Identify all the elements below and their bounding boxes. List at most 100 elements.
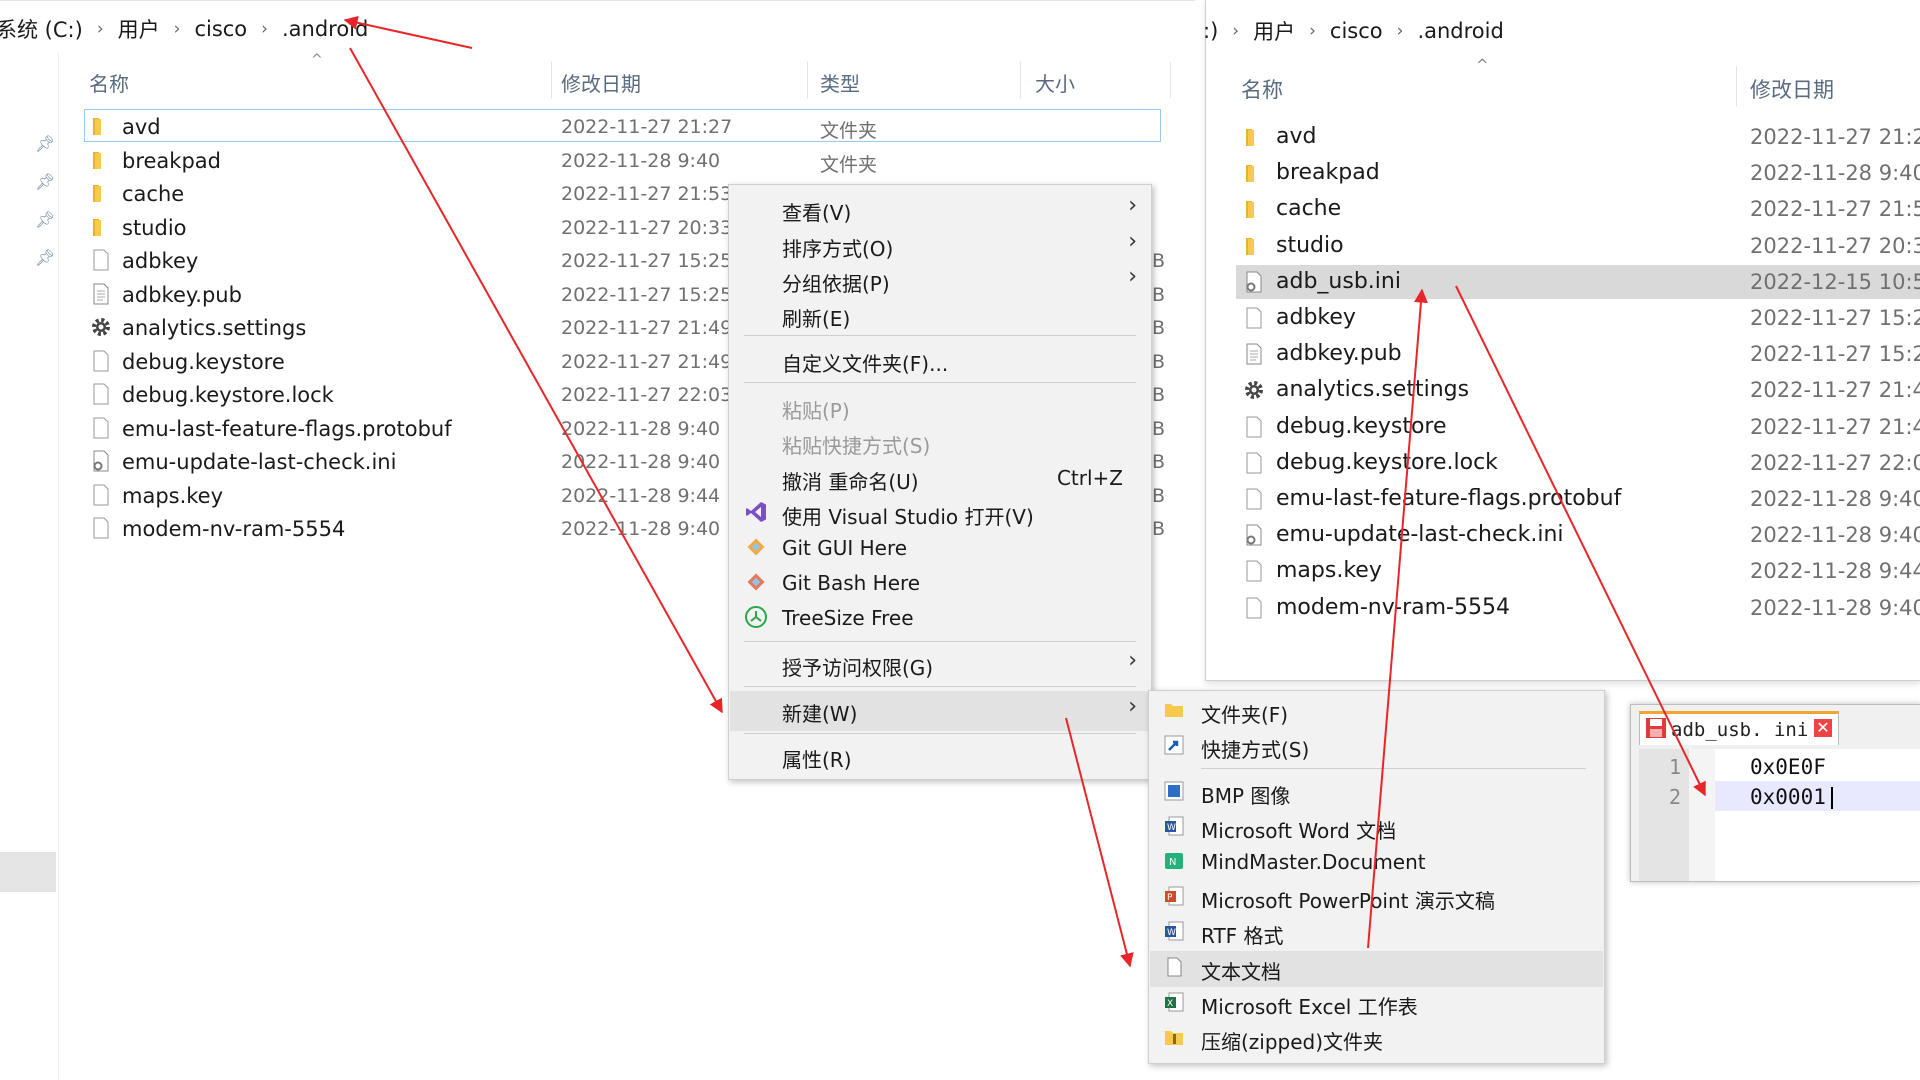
breadcrumb: 系统 (C:) › 用户 › cisco › .android [0,14,368,44]
breadcrumb-cisco[interactable]: cisco [194,17,247,41]
file-modified-date: 2022-11-28 9:40 [561,451,721,473]
menu-item-sort[interactable]: 排序方式(O) [782,233,893,262]
menu-item-paste[interactable]: 粘贴(P) [782,395,850,424]
column-divider[interactable] [1736,66,1737,106]
file-icon [1243,452,1265,478]
breadcrumb-android[interactable]: .android [282,17,368,41]
file-name: adbkey [122,249,199,273]
zip-folder-icon [1163,1026,1185,1052]
text-cursor [1831,787,1833,809]
close-icon[interactable]: ✕ [1814,719,1832,737]
breadcrumb-users[interactable]: 用户 [1253,16,1295,46]
fold-margin [1689,749,1715,881]
menu-separator [744,641,1136,642]
file-name: debug.keystore.lock [1276,449,1498,475]
notepad-window: adb_usb. ini ✕ 1 0x0E0F 2 0x0001 [1630,704,1920,882]
file-type: 文件夹 [820,153,878,176]
submenu-item-mindmaster[interactable]: MindMaster.Document [1201,850,1426,874]
chevron-right-icon: › [1128,648,1137,673]
file-name: adbkey.pub [122,282,242,307]
gear-icon [90,316,112,342]
file-modified-date: 2022-11-27 22:03 [1750,450,1920,475]
chevron-right-icon: › [1128,264,1137,289]
chevron-right-icon: › [96,19,104,39]
bmp-image-icon [1163,780,1185,806]
file-modified-date: 2022-11-27 21:49 [1750,378,1920,403]
column-divider[interactable] [1170,62,1171,98]
folder-icon [1243,198,1265,224]
column-divider[interactable] [807,62,808,98]
breadcrumb-cisco[interactable]: cisco [1330,19,1383,43]
breadcrumb-drive[interactable]: :) [1203,19,1218,43]
chevron-right-icon: › [261,19,268,39]
code-line[interactable]: 0x0E0F [1750,755,1826,779]
treesize-icon [744,605,768,633]
submenu-item-excel[interactable]: Microsoft Excel 工作表 [1201,991,1418,1020]
file-name: cache [122,182,185,206]
file-name: cache [1276,196,1342,222]
file-name: studio [122,215,187,240]
submenu-item-powerpoint[interactable]: Microsoft PowerPoint 演示文稿 [1201,885,1495,914]
column-header-name[interactable]: 名称 [1241,74,1283,104]
column-header-name[interactable]: 名称 [89,68,129,97]
line-number: 2 [1669,785,1682,809]
menu-item-refresh[interactable]: 刷新(E) [782,303,850,332]
file-name: adbkey.pub [1276,341,1402,367]
submenu-item-text-document[interactable]: 文本文档 [1201,956,1281,985]
svg-text:X: X [1167,999,1173,1009]
file-icon [90,350,112,376]
menu-item-group[interactable]: 分组依据(P) [782,268,890,297]
column-divider[interactable] [1020,62,1021,98]
nav-selected-item[interactable] [0,852,56,892]
code-line[interactable]: 0x0001 [1750,785,1826,809]
file-modified-date: 2022-11-28 9:40 [561,417,721,440]
file-icon [1243,307,1265,333]
menu-item-new[interactable]: 新建(W) [782,698,857,727]
folder-icon [1243,126,1265,152]
file-name: emu-update-last-check.ini [122,450,397,474]
settings-file-icon [90,450,112,476]
menu-item-properties[interactable]: 属性(R) [782,744,852,773]
submenu-item-word[interactable]: Microsoft Word 文档 [1201,815,1396,844]
column-divider[interactable] [551,62,552,98]
file-icon [90,383,112,409]
submenu-item-folder[interactable]: 文件夹(F) [1201,699,1288,728]
mindmaster-icon: N [1163,850,1185,876]
column-header-size[interactable]: 大小 [1035,68,1075,97]
menu-item-open-visual-studio[interactable]: 使用 Visual Studio 打开(V) [782,501,1034,530]
breadcrumb-android[interactable]: .android [1417,19,1503,43]
file-size: B [1152,417,1166,440]
file-name: breakpad [122,148,221,173]
menu-separator [744,686,1136,687]
menu-item-treesize[interactable]: TreeSize Free [782,606,914,630]
submenu-item-rtf[interactable]: RTF 格式 [1201,920,1284,949]
svg-text:N: N [1169,857,1176,868]
column-header-date[interactable]: 修改日期 [561,68,641,97]
menu-item-view[interactable]: 查看(V) [782,197,851,226]
sort-up-icon: ^ [311,52,323,68]
folder-icon [1163,699,1185,725]
folder-icon [1243,235,1265,261]
submenu-item-shortcut[interactable]: 快捷方式(S) [1201,734,1309,763]
breadcrumb-drive[interactable]: 系统 (C:) [0,14,83,44]
menu-item-git-gui[interactable]: Git GUI Here [782,536,907,560]
navigation-pane[interactable] [0,52,59,1080]
submenu-item-bmp[interactable]: BMP 图像 [1201,780,1290,809]
chevron-right-icon: › [1128,193,1137,218]
menu-item-grant-access[interactable]: 授予访问权限(G) [782,652,933,681]
excel-icon: X [1163,991,1185,1017]
column-header-date[interactable]: 修改日期 [1750,74,1834,104]
folder-icon [90,182,112,208]
breadcrumb-users[interactable]: 用户 [118,14,160,44]
file-modified-date: 2022-12-15 10:56 [1750,269,1920,294]
file-modified-date: 2022-11-27 22:03 [561,384,733,406]
menu-item-undo-rename[interactable]: 撤消 重命名(U) [782,466,919,495]
shortcut-icon [1163,734,1185,760]
file-name: adbkey [1276,305,1356,330]
menu-item-customize-folder[interactable]: 自定义文件夹(F)... [782,348,948,377]
column-header-type[interactable]: 类型 [820,68,860,97]
submenu-item-zip-folder[interactable]: 压缩(zipped)文件夹 [1201,1026,1383,1055]
menu-item-git-bash[interactable]: Git Bash Here [782,571,920,595]
menu-item-paste-shortcut[interactable]: 粘贴快捷方式(S) [782,430,930,459]
pin-icon: 📌︎ [35,210,56,229]
